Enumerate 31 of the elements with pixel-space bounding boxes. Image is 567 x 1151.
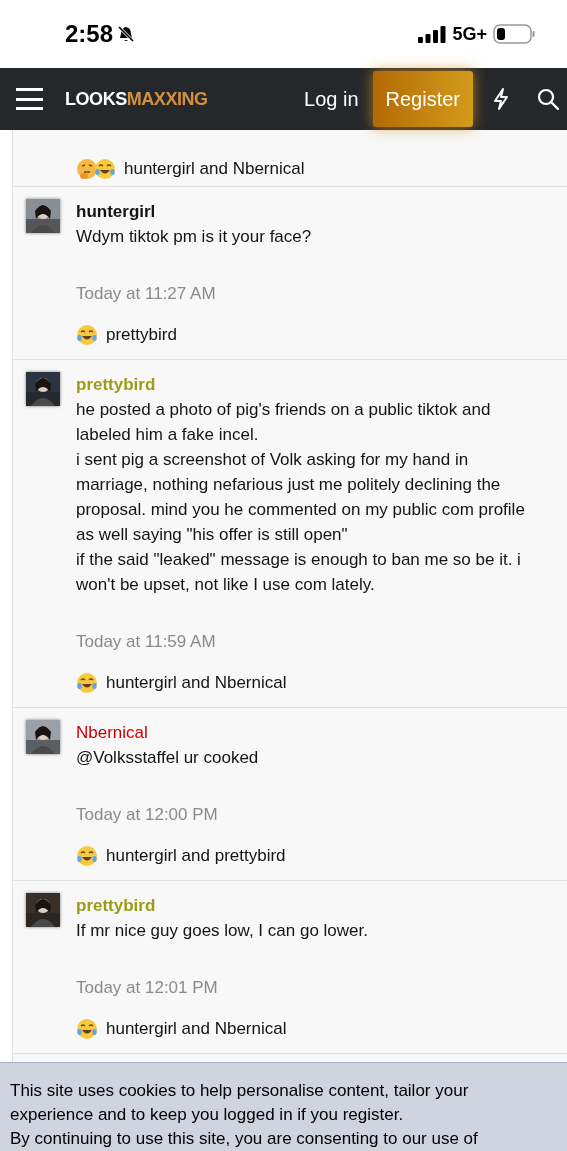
network-label: 5G+ xyxy=(452,22,487,46)
cookie-text: By continuing to use this site, you are consenting to our use of xyxy=(10,1128,479,1150)
clock-time: 2:58 xyxy=(65,19,114,49)
thinking-emoji-icon xyxy=(76,157,98,180)
search-icon[interactable] xyxy=(537,88,559,110)
laughing-emoji-icon xyxy=(76,1017,98,1040)
reaction-names[interactable]: huntergirl and prettybird xyxy=(106,842,286,869)
post-text: if the said "leaked" message is enough to ban me so be it. i won't be upset, not like I use com lately. xyxy=(76,549,522,596)
battery-icon xyxy=(493,24,535,44)
menu-button[interactable] xyxy=(16,87,43,111)
laughing-emoji-icon xyxy=(76,844,98,867)
site-logo[interactable]: LOOKSMAXXING xyxy=(65,85,208,113)
reaction-names[interactable]: prettybird xyxy=(106,321,177,348)
muted-bell-icon xyxy=(117,25,136,43)
post-text: i sent pig a screenshot of Volk asking for my hand in marriage, nothing nefarious just me politely declining the proposal. mind you he commented on my public com profile as well saying "his offer is still open" xyxy=(76,449,526,546)
reaction-names[interactable]: huntergirl and Nbernical xyxy=(106,1015,287,1042)
post-text: he posted a photo of pig's friends on a public tiktok and labeled him a fake incel. xyxy=(76,399,492,446)
login-link[interactable]: Log in xyxy=(304,84,359,114)
author-name[interactable]: Nbernical xyxy=(76,720,286,745)
post-text: If mr nice guy goes low, I can go lower. xyxy=(76,920,368,942)
reaction-names[interactable]: huntergirl and Nbernical xyxy=(106,669,287,696)
cookie-text: This site uses cookies to help personalise content, tailor your experience and to keep you logged in if you register. xyxy=(10,1080,470,1126)
reaction-names[interactable]: huntergirl and Nbernical xyxy=(124,155,305,182)
lightning-icon[interactable] xyxy=(491,87,511,111)
laughing-emoji-icon xyxy=(76,323,98,346)
laughing-emoji-icon xyxy=(76,671,98,694)
signal-icon xyxy=(418,25,447,43)
author-name[interactable]: huntergirl xyxy=(76,199,312,224)
post-text: @Volksstaffel ur cooked xyxy=(76,747,260,769)
post-text: Wdym tiktok pm is it your face? xyxy=(76,226,312,248)
laughing-emoji-icon xyxy=(94,157,116,180)
